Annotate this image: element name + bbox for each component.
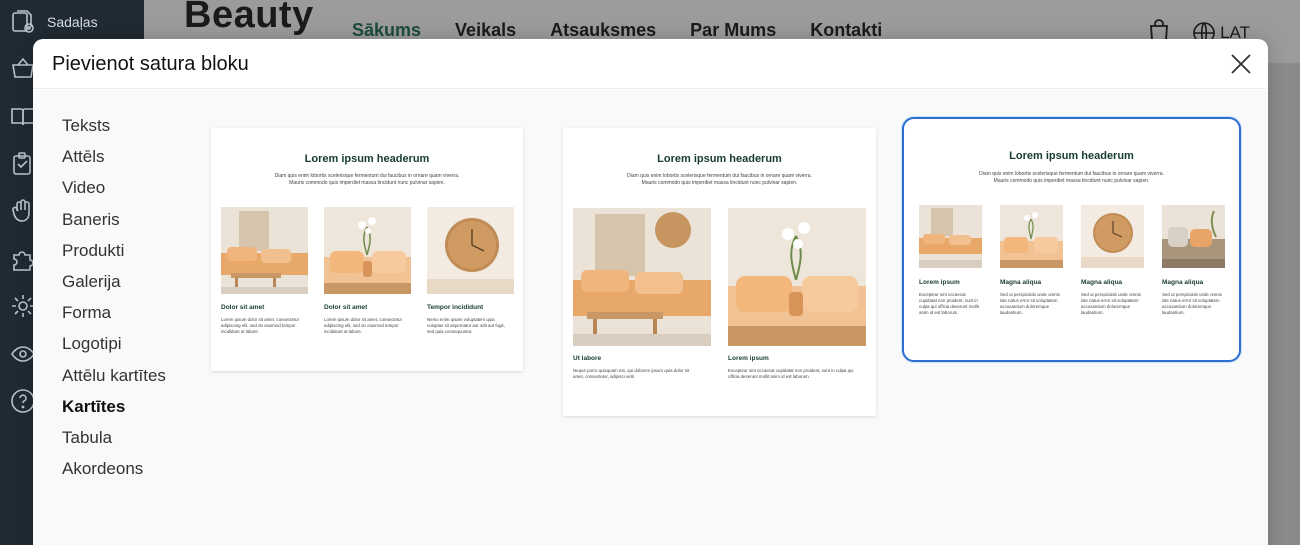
card-caption: Dolor sit amet <box>221 304 265 311</box>
menu-item-attels[interactable]: Attēls <box>62 144 166 175</box>
menu-item-produkti[interactable]: Produkti <box>62 238 166 269</box>
card-text: Neque porro quisquam est, qui dolorem ip… <box>573 368 690 379</box>
template-desc-line: Diam quis enim lobortis scelerisque ferm… <box>979 171 1164 177</box>
card-image <box>324 207 411 294</box>
nav-item-sakums[interactable]: Sākums <box>352 20 421 41</box>
menu-item-tabula[interactable]: Tabula <box>62 425 166 456</box>
card-image <box>221 207 308 294</box>
menu-item-baneris[interactable]: Baneris <box>62 207 166 238</box>
card-caption: Ut labore <box>573 355 602 362</box>
card-image <box>573 208 711 346</box>
card-caption: Magna aliqua <box>1000 279 1042 286</box>
card-caption: Magna aliqua <box>1081 279 1123 286</box>
modal-body: Teksts Attēls Video Baneris Produkti Gal… <box>33 90 1268 545</box>
sections-icon[interactable] <box>10 8 38 36</box>
card-image <box>1162 205 1225 268</box>
card-caption: Magna aliqua <box>1162 279 1204 286</box>
site-nav: Sākums Veikals Atsauksmes Par Mums Konta… <box>352 20 882 41</box>
nav-item-veikals[interactable]: Veikals <box>455 20 516 41</box>
nav-item-kontakti[interactable]: Kontakti <box>810 20 882 41</box>
template-title: Lorem ipsum headerum <box>657 153 782 165</box>
sidebar-sections-label[interactable]: Sadaļas <box>47 14 98 30</box>
template-description: Diam quis enim lobortis scelerisque ferm… <box>211 173 523 187</box>
card-caption: Tempor incididunt <box>427 304 484 311</box>
modal-header: Pievienot satura bloku <box>33 39 1268 89</box>
card-image <box>1000 205 1063 268</box>
menu-item-forma[interactable]: Forma <box>62 300 166 331</box>
brand-logo[interactable]: Beauty <box>184 0 314 37</box>
card-caption: Lorem ipsum <box>919 279 960 286</box>
card-image <box>728 208 866 346</box>
card-text: Excepteur sint occaecat cupidatat non pr… <box>728 368 854 379</box>
card-image <box>1081 205 1144 268</box>
card-text: Nemo enim ipsam voluptatem quia voluptas… <box>427 317 505 334</box>
menu-item-akordeons[interactable]: Akordeons <box>62 456 166 487</box>
template-four-cards[interactable]: Lorem ipsum headerum Diam quis enim lobo… <box>902 117 1241 362</box>
menu-item-logotipi[interactable]: Logotipi <box>62 331 166 362</box>
template-two-cards[interactable]: Lorem ipsum headerum Diam quis enim lobo… <box>563 128 876 416</box>
block-type-menu: Teksts Attēls Video Baneris Produkti Gal… <box>62 113 166 487</box>
card-image <box>919 205 982 268</box>
template-three-cards[interactable]: Lorem ipsum headerum Diam quis enim lobo… <box>211 128 523 371</box>
template-desc-line: Diam quis enim lobortis scelerisque ferm… <box>627 173 812 179</box>
card-text: Sed ut perspiciatis unde omnis iste natu… <box>1000 292 1060 315</box>
menu-item-galerija[interactable]: Galerija <box>62 269 166 300</box>
modal-title: Pievienot satura bloku <box>52 53 249 75</box>
template-desc-line: Mauris commodo quis imperdiet massa tinc… <box>289 180 445 186</box>
nav-item-atsauksmes[interactable]: Atsauksmes <box>550 20 656 41</box>
template-desc-line: Mauris commodo quis imperdiet massa tinc… <box>641 180 798 186</box>
card-text: Sed ut perspiciatis unde omnis iste natu… <box>1162 292 1222 315</box>
template-title: Lorem ipsum headerum <box>1009 150 1134 162</box>
close-button[interactable] <box>1228 51 1254 77</box>
card-text: Lorem ipsum dolor sit amet, consectetur … <box>324 317 403 334</box>
card-text: Sed ut perspiciatis unde omnis iste natu… <box>1081 292 1141 315</box>
card-text: Excepteur sint occaecat cupidatat non pr… <box>919 292 979 315</box>
template-description: Diam quis enim lobortis scelerisque ferm… <box>563 173 876 187</box>
add-content-block-modal: Pievienot satura bloku Teksts Attēls Vid… <box>33 39 1268 545</box>
menu-item-attelu-kartites[interactable]: Attēlu kartītes <box>62 363 166 394</box>
template-desc-line: Mauris commodo quis imperdiet massa tinc… <box>993 178 1150 184</box>
card-caption: Dolor sit amet <box>324 304 368 311</box>
card-text: Lorem ipsum dolor sit amet, consectetur … <box>221 317 300 334</box>
card-image <box>427 207 514 294</box>
card-caption: Lorem ipsum <box>728 355 769 362</box>
menu-item-kartites[interactable]: Kartītes <box>62 394 166 425</box>
menu-item-video[interactable]: Video <box>62 175 166 206</box>
template-description: Diam quis enim lobortis scelerisque ferm… <box>904 171 1239 185</box>
nav-item-par-mums[interactable]: Par Mums <box>690 20 776 41</box>
template-desc-line: Diam quis enim lobortis scelerisque ferm… <box>274 173 460 179</box>
close-icon <box>1231 54 1251 74</box>
menu-item-teksts[interactable]: Teksts <box>62 113 166 144</box>
template-title: Lorem ipsum headerum <box>304 153 430 165</box>
